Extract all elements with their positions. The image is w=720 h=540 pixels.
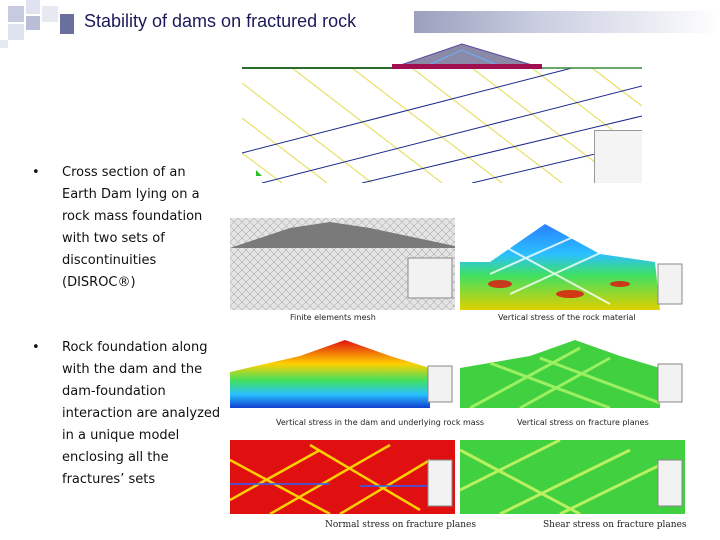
bullet-1: • Cross section of an Earth Dam lying on… xyxy=(32,162,227,302)
header-deco-square xyxy=(26,16,40,30)
vertical-stress-dam-panel xyxy=(230,338,455,408)
bullet-2-text: Rock foundation along with the dam and t… xyxy=(62,340,221,487)
normal-stress-panel xyxy=(230,440,455,514)
bullet-dot: • xyxy=(32,165,40,180)
legend-box xyxy=(594,130,642,183)
bullet-1-text: Cross section of an Earth Dam lying on a… xyxy=(62,165,203,290)
caption-vertical-stress-rock: Vertical stress of the rock material xyxy=(498,313,636,322)
caption-vertical-stress-dam: Vertical stress in the dam and underlyin… xyxy=(276,418,485,427)
header-deco-square xyxy=(8,6,24,22)
vertical-stress-rock-panel xyxy=(460,214,685,310)
caption-normal-stress: Normal stress on fracture planes xyxy=(325,520,476,530)
header-deco-square xyxy=(42,6,58,22)
header-deco-square xyxy=(60,14,74,34)
header-deco-square xyxy=(8,24,24,40)
caption-vertical-stress-fracture: Vertical stress on fracture planes xyxy=(517,418,649,427)
bullet-dot: • xyxy=(32,340,40,355)
caption-mesh: Finite elements mesh xyxy=(290,313,376,322)
vertical-stress-fracture-panel xyxy=(460,338,685,408)
dam-cross-section-figure xyxy=(242,38,642,183)
shear-stress-panel xyxy=(460,440,685,514)
legend-marker-icon xyxy=(256,170,262,176)
mesh-panel xyxy=(230,218,455,310)
header-deco-square xyxy=(26,0,40,14)
header-gradient-bar xyxy=(414,11,720,33)
header-deco-square xyxy=(0,40,8,48)
caption-shear-stress: Shear stress on fracture planes xyxy=(543,520,687,530)
slide-title: Stability of dams on fractured rock xyxy=(84,11,357,31)
bullet-2: • Rock foundation along with the dam and… xyxy=(32,337,227,497)
